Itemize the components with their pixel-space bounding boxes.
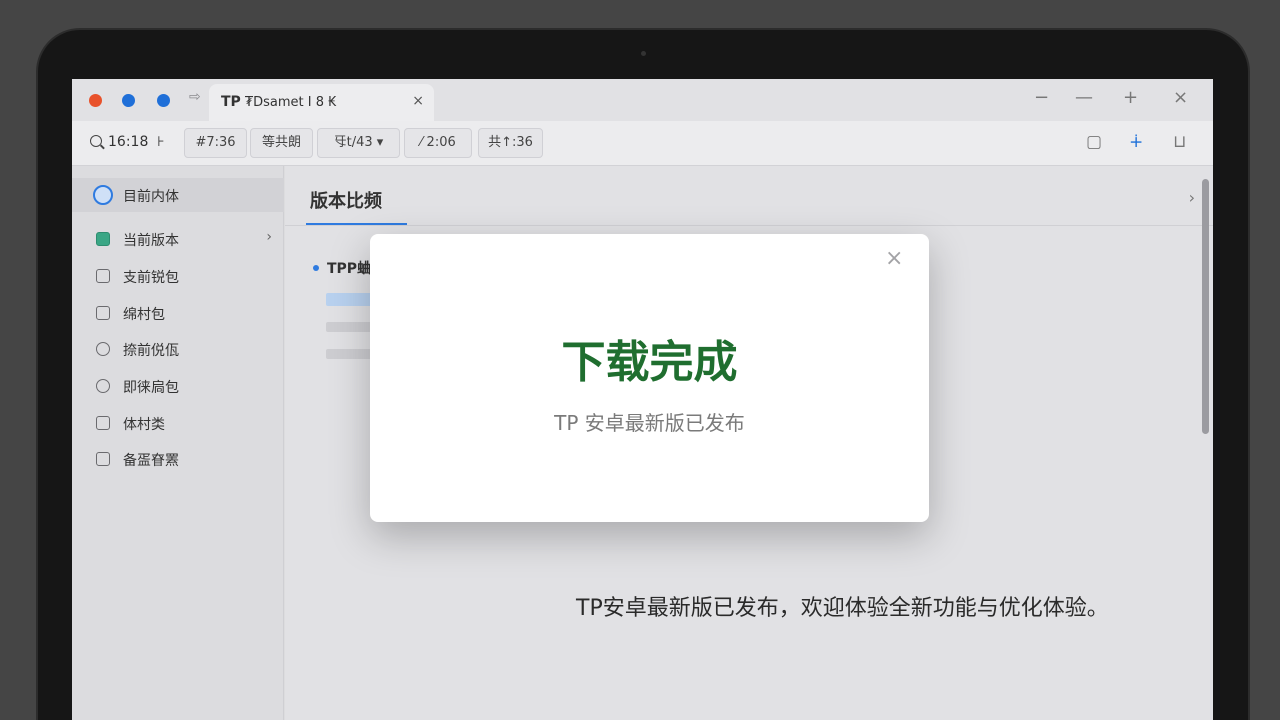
add-icon[interactable]: + (1123, 87, 1138, 108)
sidebar-item-label: 目前内体 (123, 189, 179, 205)
sidebar-item-label: 绵村包 (123, 307, 165, 323)
window-icon[interactable]: ▢ (1086, 132, 1102, 152)
sidebar-item-label: 体村类 (123, 417, 165, 433)
search-icon (90, 135, 102, 147)
sidebar-item-version[interactable]: 当前版本 › (72, 222, 284, 256)
toolbar-dropdown[interactable]: 㸦t/43 ▾ (317, 128, 400, 158)
version-icon (96, 232, 110, 246)
toolbar-chip-3[interactable]: ⁄ 2:06 (404, 128, 472, 158)
sidebar-item-3[interactable]: 支前锐包 (72, 259, 284, 293)
panel-icon[interactable]: ⊔ (1173, 132, 1186, 152)
sidebar-item-8[interactable]: 备㿿眘罴 (72, 442, 284, 476)
timer-icon (96, 379, 110, 393)
info-icon (96, 306, 110, 320)
minimize-window-button[interactable] (122, 94, 135, 107)
toolbar-chip-2[interactable]: 等共朗 (250, 128, 313, 158)
close-window-button[interactable] (89, 94, 102, 107)
chevron-right-icon: › (266, 229, 272, 245)
toolbar-chip-1[interactable]: #7:36 (184, 128, 247, 158)
close-icon[interactable]: × (1173, 87, 1188, 108)
sidebar: 目前内体 当前版本 › 支前锐包 绵村包 捺前侻佤 即徕扃包 体村类 备㿿眘罴 (72, 166, 284, 720)
sidebar-item-label: 备㿿眘罴 (123, 453, 179, 469)
sidebar-item-label: 当前版本 (123, 233, 179, 249)
sidebar-item-current[interactable]: 目前内体 (72, 178, 284, 212)
page-title: 版本比频 (310, 191, 382, 212)
clock-icon (96, 342, 110, 356)
toolbar: 16:18 ⊦ #7:36 等共朗 㸦t/43 ▾ ⁄ 2:06 共↑:36 ▢… (72, 121, 1213, 166)
title-underline (306, 223, 407, 225)
sidebar-item-label: 支前锐包 (123, 270, 179, 286)
search-suffix: ⊦ (157, 134, 165, 150)
download-complete-dialog: × 下载完成 TP 安卓最新版已发布 (370, 234, 929, 522)
close-icon[interactable]: × (885, 248, 903, 270)
sidebar-item-7[interactable]: 体村类 (72, 406, 284, 440)
browser-tab[interactable]: TP ₮Dsamet I 8 ₭ × (209, 84, 434, 121)
box-icon (96, 452, 110, 466)
search-field[interactable]: 16:18 ⊦ (90, 134, 165, 150)
sidebar-item-6[interactable]: 即徕扃包 (72, 369, 284, 403)
toolbar-chip-4[interactable]: 共↑:36 (478, 128, 543, 158)
search-value: 16:18 (108, 134, 149, 150)
watermark (1050, 655, 1280, 715)
package-icon (96, 269, 110, 283)
tab-title-text: ₮Dsamet I 8 ₭ (244, 95, 337, 110)
current-icon (93, 185, 113, 205)
scrollbar[interactable] (1202, 179, 1209, 434)
sidebar-item-label: 捺前侻佤 (123, 343, 179, 359)
sidebar-item-5[interactable]: 捺前侻佤 (72, 332, 284, 366)
main-header: 版本比频 › (285, 166, 1213, 226)
section-title: TPP蛐 (313, 258, 371, 278)
sidebar-item-label: 即徕扃包 (123, 380, 179, 396)
title-bar: ⇨ TP ₮Dsamet I 8 ₭ × − — + × (72, 79, 1213, 121)
zoom-window-button[interactable] (157, 94, 170, 107)
dialog-title: 下载完成 (561, 337, 738, 388)
tab-logo: TP (221, 94, 241, 110)
tab-close-icon[interactable]: × (412, 93, 424, 109)
minimize-icon[interactable]: − (1034, 87, 1049, 108)
camera (641, 51, 646, 56)
home-icon (96, 416, 110, 430)
split-icon[interactable]: ∔ (1129, 132, 1143, 152)
release-notice: TP安卓最新版已发布，欢迎体验全新功能与优化体验。 (576, 596, 1109, 621)
forward-arrow-icon[interactable]: ⇨ (189, 89, 201, 105)
sidebar-item-4[interactable]: 绵村包 (72, 296, 284, 330)
chevron-right-icon[interactable]: › (1189, 188, 1195, 207)
restore-icon[interactable]: — (1075, 87, 1093, 108)
dialog-subtitle: TP 安卓最新版已发布 (554, 411, 745, 435)
tab-title: TP ₮Dsamet I 8 ₭ (221, 94, 336, 110)
